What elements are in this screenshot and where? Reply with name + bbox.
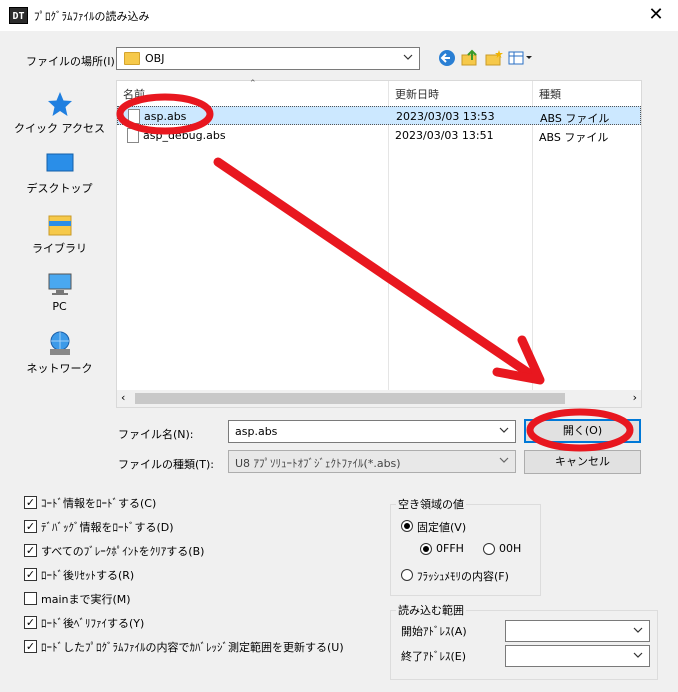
filename-label: ファイル名(N): [118,428,194,441]
place-library[interactable]: ライブラリ [11,210,108,266]
checkbox-label: ﾛｰﾄﾞ後ﾘｾｯﾄする(R) [41,569,135,582]
radio-dot[interactable] [401,569,413,581]
chevron-down-icon [403,54,413,60]
star-icon [48,92,72,116]
file-icon [127,128,139,143]
checkbox-box[interactable] [24,592,37,605]
checkbox-label: すべてのﾌﾞﾚｰｸﾎﾟｲﾝﾄをｸﾘｱする(B) [41,545,205,558]
chevron-down-icon[interactable] [499,425,509,435]
folder-icon [124,52,140,65]
scroll-right-icon[interactable]: › [633,391,637,404]
library-icon [48,215,72,236]
checkbox-label: ｺｰﾄﾞ情報をﾛｰﾄﾞする(C) [41,497,157,510]
chevron-down-icon [633,627,643,633]
filetype-value: U8 ｱﾌﾟｿﾘｭｰﾄｵﾌﾞｼﾞｪｸﾄﾌｧｲﾙ(*.abs) [235,457,401,470]
checkbox-box[interactable]: ✓ [24,496,37,509]
location-label: ファイルの場所(I): [26,55,119,68]
place-network[interactable]: ネットワーク [11,330,108,386]
up-folder-icon[interactable] [460,48,480,68]
filename-input[interactable]: asp.abs [228,420,516,443]
place-label: PC [52,300,67,313]
file-name: asp_debug.abs [143,129,226,142]
file-modified: 2023/03/03 13:51 [395,129,494,142]
end-address-combo[interactable] [505,645,650,667]
cancel-button[interactable]: キャンセル [524,450,641,474]
radio-dot[interactable] [401,520,413,532]
radio-label: 0FFH [436,542,464,555]
column-header-modified[interactable]: 更新日時 [389,81,532,105]
open-button[interactable]: 開く(O) [524,419,641,443]
filename-value: asp.abs [235,425,278,438]
network-icon [50,331,70,355]
radio-label: 00H [499,542,522,555]
radio-dot[interactable] [483,543,495,555]
checkbox-label: mainまで実行(M) [41,593,131,606]
file-type: ABS ファイル [540,112,610,125]
back-icon[interactable] [437,48,457,68]
checkbox-label: ﾛｰﾄﾞ後ﾍﾞﾘﾌｧｲする(Y) [41,617,145,630]
location-combo[interactable]: OBJ [116,47,420,70]
radio-dot[interactable] [420,543,432,555]
checkbox-box[interactable]: ✓ [24,640,37,653]
location-value: OBJ [145,52,165,65]
file-type: ABS ファイル [539,131,609,144]
filetype-select[interactable]: U8 ｱﾌﾟｿﾘｭｰﾄｵﾌﾞｼﾞｪｸﾄﾌｧｲﾙ(*.abs) [228,450,516,473]
sort-asc-icon: ⌃ [249,79,257,89]
chevron-down-icon [499,457,509,463]
scroll-left-icon[interactable]: ‹ [121,391,125,404]
radio-label: 固定値(V) [417,521,467,534]
view-menu-icon[interactable] [507,48,533,68]
checkbox-box[interactable]: ✓ [24,520,37,533]
window-title: ﾌﾟﾛｸﾞﾗﾑﾌｧｲﾙの読み込み [34,10,150,23]
place-pc[interactable]: PC [11,270,108,326]
file-icon [128,109,140,124]
pc-icon [48,273,72,295]
horizontal-scrollbar[interactable]: ‹ › [117,390,641,407]
checkbox-label: ﾃﾞﾊﾞｯｸﾞ情報をﾛｰﾄﾞする(D) [41,521,174,534]
file-row[interactable]: asp_debug.abs 2023/03/03 13:51 ABS ファイル [117,126,641,145]
filetype-label: ファイルの種類(T): [118,458,215,471]
column-header-type[interactable]: 種類 [533,81,641,105]
place-label: ネットワーク [26,362,93,375]
file-row[interactable]: asp.abs 2023/03/03 13:53 ABS ファイル [117,106,641,125]
chevron-down-icon [633,652,643,658]
place-label: ライブラリ [32,242,87,255]
place-label: クイック アクセス [14,122,105,135]
new-folder-icon[interactable] [484,48,504,68]
place-label: デスクトップ [26,182,93,195]
app-logo-icon: DT [9,7,28,24]
places-bar: クイック アクセス デスクトップ ライブラリ PC ネットワーク [11,80,108,478]
title-bar: DT ﾌﾟﾛｸﾞﾗﾑﾌｧｲﾙの読み込み ✕ [0,0,678,31]
place-desktop[interactable]: デスクトップ [11,150,108,206]
start-address-label: 開始ｱﾄﾞﾚｽ(A) [401,625,467,638]
file-modified: 2023/03/03 13:53 [396,110,495,123]
radio-label: ﾌﾗｯｼｭﾒﾓﾘの内容(F) [417,570,509,583]
checkbox-label: ﾛｰﾄﾞしたﾌﾟﾛｸﾞﾗﾑﾌｧｲﾙの内容でｶﾊﾞﾚｯｼﾞ測定範囲を更新する(U) [41,641,344,654]
scrollbar-thumb[interactable] [135,393,565,404]
start-address-combo[interactable] [505,620,650,642]
place-quick-access[interactable]: クイック アクセス [11,90,108,146]
desktop-icon [46,153,74,172]
checkbox-box[interactable]: ✓ [24,568,37,581]
file-name: asp.abs [144,110,187,123]
file-list[interactable]: 名前 ⌃ 更新日時 種類 asp.abs 2023/03/03 13:53 AB… [116,79,642,408]
close-button[interactable]: ✕ [642,3,670,27]
checkbox-box[interactable]: ✓ [24,616,37,629]
empty-area-title: 空き領域の値 [396,496,466,512]
end-address-label: 終了ｱﾄﾞﾚｽ(E) [401,650,467,663]
load-range-title: 読み込む範囲 [396,602,466,618]
checkbox-box[interactable]: ✓ [24,544,37,557]
